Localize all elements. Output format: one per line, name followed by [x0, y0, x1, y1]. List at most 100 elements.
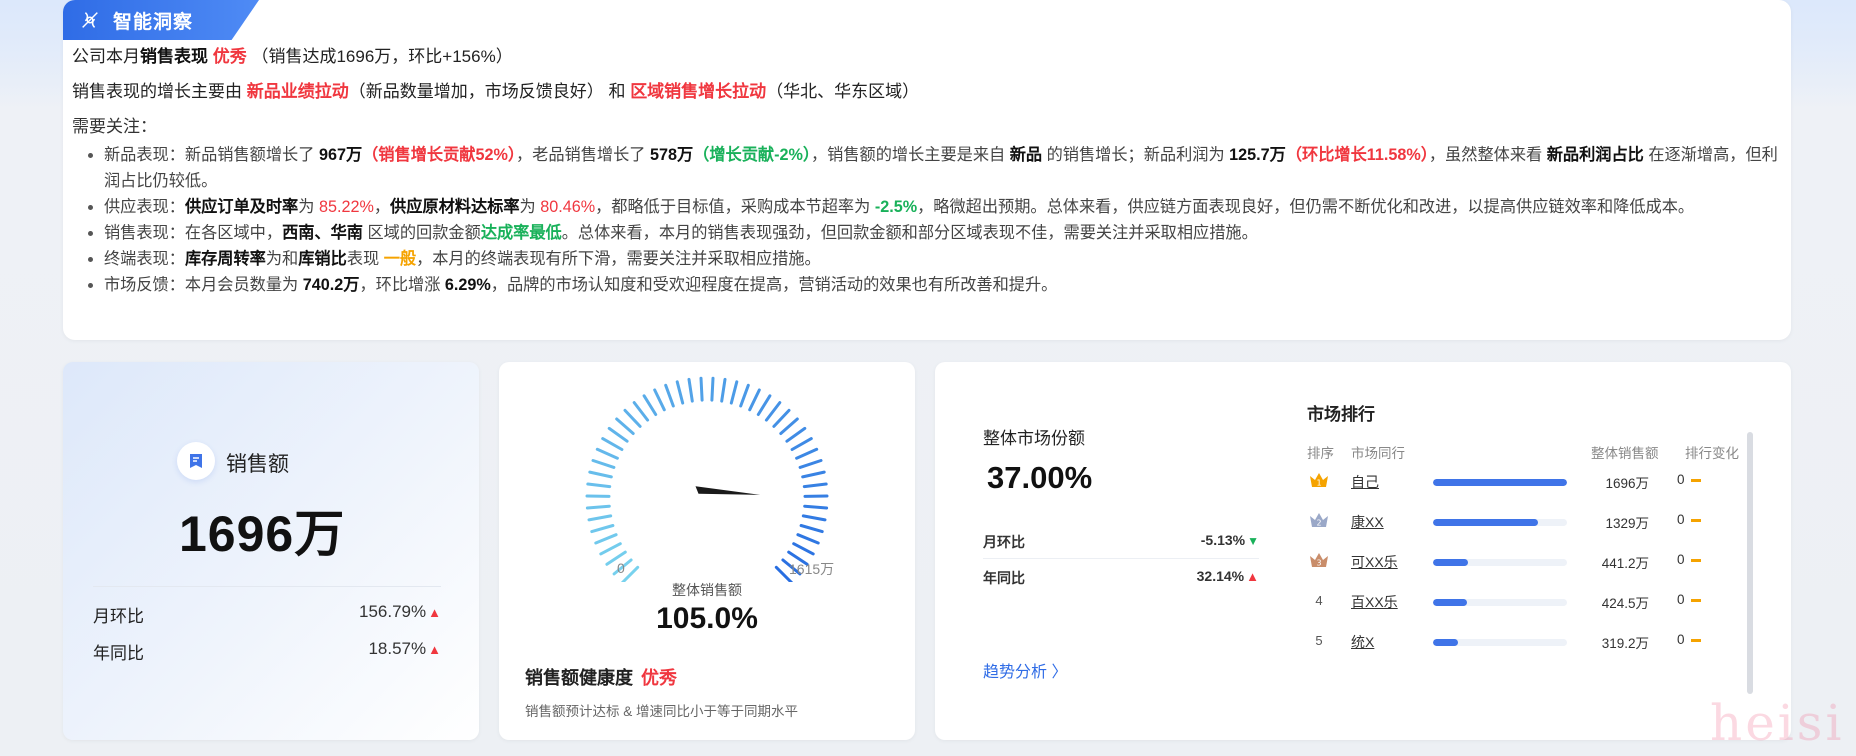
yoy-label: 年同比	[93, 644, 144, 663]
rank-change-value: 0	[1677, 512, 1685, 527]
gauge-tick	[803, 504, 829, 510]
peer-name-link[interactable]: 百XX乐	[1351, 592, 1398, 612]
value: 967万	[318, 146, 363, 164]
gauge-tick	[798, 459, 823, 469]
peer-amount: 1696万	[1605, 476, 1649, 491]
gauge-min-label: 0	[617, 560, 625, 576]
text: ，品牌的市场认知度和受欢迎程度在提高，营销活动的效果也有所改善和提升。	[490, 276, 1058, 294]
ranking-row: 5 统X 319.2万 0	[1307, 628, 1729, 658]
gauge-tick	[607, 426, 629, 443]
gauge-tick	[796, 533, 820, 545]
sales-bar-fill	[1433, 519, 1539, 526]
text: ，环比增涨	[359, 276, 445, 294]
value: 新品利润占比	[1546, 146, 1644, 164]
gauge-tick	[587, 514, 613, 522]
trend-analysis-link[interactable]: 趋势分析 〉	[983, 658, 1067, 682]
gauge-tick	[801, 470, 826, 479]
text: 表现	[346, 250, 384, 268]
yoy-value: 32.14%	[1196, 568, 1245, 584]
text: 新品表现：新品销售额增长了	[104, 146, 319, 164]
text: ，销售额的增长主要是来自	[810, 146, 1010, 164]
insight-badge-label: 智能洞察	[113, 11, 194, 33]
sales-bar-fill	[1433, 479, 1567, 486]
gauge-tick	[748, 388, 761, 412]
text-bold: 销售表现	[140, 47, 208, 66]
header-peer: 市场同行	[1351, 446, 1405, 461]
factor-text: 新品业绩拉动	[246, 82, 349, 101]
value: -2.5%	[874, 198, 918, 216]
mom-value: -5.13%	[1200, 532, 1246, 548]
peer-name-link[interactable]: 自己	[1351, 472, 1379, 492]
attention-list: 新品表现：新品销售额增长了 967万（销售增长贡献52%），老品销售增长了 57…	[84, 142, 1778, 298]
rank-change: 0	[1677, 592, 1701, 607]
divider	[93, 586, 441, 587]
sales-bar-track	[1433, 599, 1567, 606]
gauge-tick	[699, 376, 704, 402]
trend-link-label: 趋势分析	[983, 664, 1048, 681]
value: 125.7万	[1229, 146, 1286, 164]
gauge-tick	[601, 437, 624, 451]
text: ，本月的终端表现有所下滑，需要关注并采取相应措施。	[416, 250, 821, 268]
gauge-tick	[664, 383, 675, 408]
ranking-title: 市场排行	[1307, 405, 1375, 424]
text: ，老品销售增长了	[515, 146, 650, 164]
gauge-tick	[790, 437, 813, 451]
rank-index: 4	[1315, 593, 1323, 608]
sales-bar-fill	[1433, 559, 1468, 566]
bullet-sales: 销售表现：在各区域中，西南、华南 区域的回款金额达成率最低。总体来看，本月的销售…	[84, 220, 1778, 246]
value: 库销比	[298, 250, 347, 268]
gauge-tick	[642, 394, 658, 416]
text: 销售表现的增长主要由	[72, 82, 247, 101]
market-mom-row: 月环比 -5.13% ▼	[983, 532, 1259, 552]
ranking-row: 3 可XX乐 441.2万 0	[1307, 548, 1729, 578]
text: 供应表现：	[104, 198, 185, 216]
gauge-tick	[595, 447, 619, 460]
bullet-new-product: 新品表现：新品销售额增长了 967万（销售增长贡献52%），老品销售增长了 57…	[84, 142, 1778, 194]
yoy-value: 18.57%	[368, 639, 427, 658]
sales-bar-fill	[1433, 639, 1459, 646]
text: 公司本月	[72, 47, 140, 66]
text: （华北、华东区域）	[766, 82, 920, 101]
bullet-supply: 供应表现：供应订单及时率为 85.22%，供应原材料达标率为 80.46%，都略…	[84, 194, 1778, 220]
value: 80.46%	[540, 198, 596, 216]
rank-change-value: 0	[1677, 592, 1685, 607]
value: 西南、华南	[282, 224, 363, 242]
rank-change-value: 0	[1677, 472, 1685, 487]
value: 578万	[649, 146, 694, 164]
rating-text: 优秀	[212, 47, 247, 66]
gauge-tick	[801, 514, 827, 522]
satellite-icon	[82, 12, 98, 28]
crown-icon: 2	[1307, 510, 1331, 533]
gauge-tick	[615, 417, 635, 435]
rank-change: 0	[1677, 472, 1701, 487]
gauge-value: 105.0%	[656, 602, 758, 635]
crown-icon: 1	[1307, 470, 1331, 493]
yoy-label: 年同比	[983, 570, 1025, 586]
text: 区域的回款金额	[363, 224, 481, 242]
growth-line: 销售表现的增长主要由 新品业绩拉动（新品数量增加，市场反馈良好） 和 区域销售增…	[72, 77, 919, 102]
gauge-tick	[586, 482, 612, 489]
peer-name-link[interactable]: 统X	[1351, 632, 1374, 652]
mom-value: 156.79%	[359, 602, 427, 621]
market-share-title: 整体市场份额	[983, 429, 1085, 448]
value: 达成率最低	[480, 224, 562, 242]
text: 。总体来看，本月的销售表现强劲，但回款金额和部分区域表现不佳，需要关注并采取相应…	[561, 224, 1258, 242]
watermark: heisi	[1710, 694, 1845, 752]
ranking-row: 1 自己 1696万 0	[1307, 468, 1729, 498]
factor-text: 区域销售增长拉动	[630, 82, 767, 101]
health-rating: 优秀	[641, 668, 677, 688]
text: （新品数量增加，市场反馈良好） 和	[348, 82, 631, 101]
market-card: 整体市场份额 37.00% 月环比 -5.13% ▼ 年同比 32.14% ▲ 趋势…	[935, 362, 1791, 740]
text: 为	[298, 198, 319, 216]
rank-change-value: 0	[1677, 552, 1685, 567]
peer-name-link[interactable]: 可XX乐	[1351, 552, 1398, 572]
gauge-tick	[739, 383, 750, 408]
gauge-tick	[720, 377, 727, 403]
value: 新品	[1009, 146, 1043, 164]
peer-amount: 424.5万	[1601, 596, 1649, 611]
svg-text:3: 3	[1316, 559, 1321, 568]
peer-name-link[interactable]: 康XX	[1351, 512, 1384, 532]
value: 供应订单及时率	[184, 198, 299, 216]
gauge-ticks	[585, 376, 829, 582]
ranking-scrollbar[interactable]	[1747, 432, 1753, 694]
